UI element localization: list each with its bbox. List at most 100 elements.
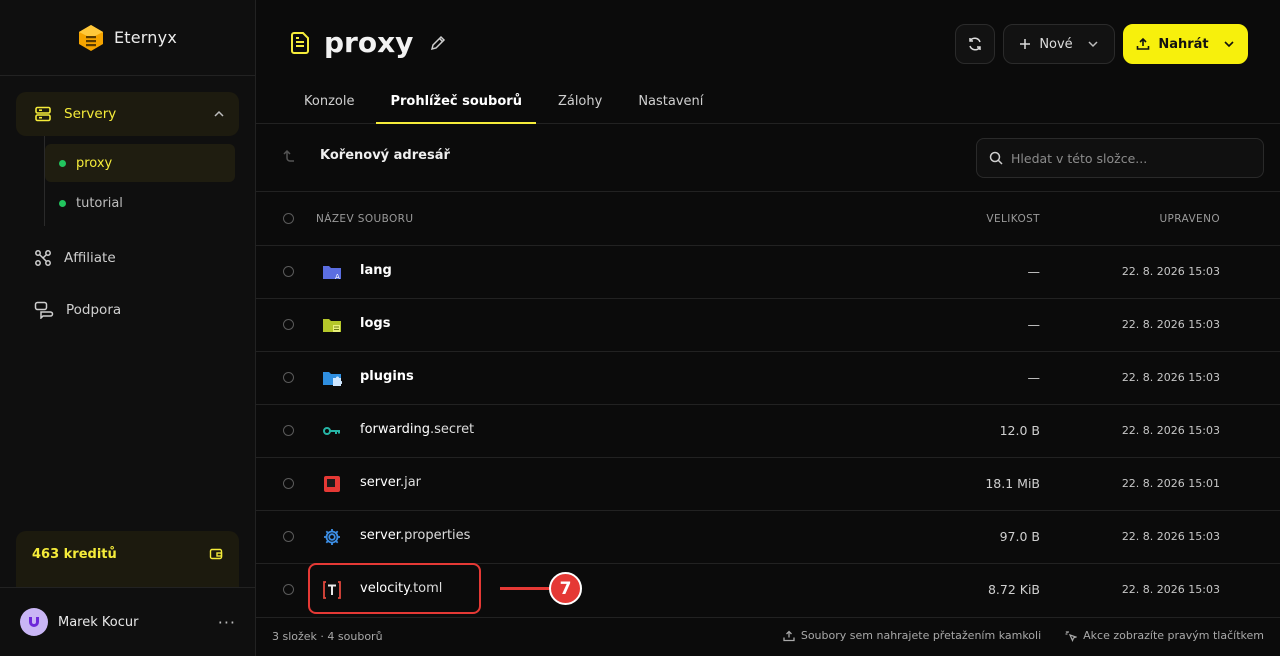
search-input[interactable] (1011, 150, 1251, 166)
search-box[interactable] (976, 138, 1264, 178)
tab-settings[interactable]: Nastavení (624, 82, 717, 124)
gear-icon (324, 529, 340, 545)
file-name: lang (360, 263, 392, 278)
sidebar-nav: Servery proxy tutorial Affiliate Podpora (0, 76, 255, 336)
table-row[interactable]: forwarding.secret 12.0 B 22. 8. 2026 15:… (256, 405, 1280, 458)
file-summary: 3 složek · 4 souborů (272, 630, 383, 643)
file-size: 18.1 MiB (985, 476, 1040, 491)
row-select-radio[interactable] (283, 266, 294, 277)
wallet-icon (209, 548, 223, 560)
file-size: 12.0 B (999, 423, 1040, 438)
upload-icon (1137, 37, 1150, 50)
file-name: server.properties (360, 528, 471, 543)
arrow-up-left-icon[interactable] (282, 149, 296, 163)
refresh-icon (969, 37, 981, 51)
sidebar-item-servers[interactable]: Servery (16, 92, 239, 136)
file-name: server.jar (360, 475, 422, 490)
svg-text:A: A (335, 273, 340, 281)
tabs: Konzole Prohlížeč souborů Zálohy Nastave… (290, 82, 717, 124)
row-select-radio[interactable] (283, 319, 294, 330)
row-select-radio[interactable] (283, 531, 294, 542)
chat-icon (34, 301, 54, 319)
file-modified: 22. 8. 2026 15:03 (1121, 424, 1220, 437)
sparkle-click-icon (1065, 630, 1078, 642)
sidebar-item-label: Affiliate (64, 250, 116, 266)
upload-button[interactable]: Nahrát (1123, 24, 1248, 64)
file-size: 8.72 KiB (987, 582, 1040, 597)
upload-button-label: Nahrát (1158, 36, 1209, 52)
annotation-step-badge: 7 (549, 572, 582, 605)
main-content: proxy Nové Nahrát Konzole Prohlížeč soub… (256, 0, 1280, 656)
column-size[interactable]: VELIKOST (986, 213, 1040, 225)
brand-name: Eternyx (113, 28, 177, 47)
row-select-radio[interactable] (283, 478, 294, 489)
file-list: A lang — 22. 8. 2026 15:03 logs — 22. 8.… (256, 246, 1280, 617)
annotation-pointer-line (500, 587, 550, 590)
page-header: proxy Nové Nahrát Konzole Prohlížeč soub… (256, 0, 1280, 124)
row-select-radio[interactable] (283, 584, 294, 595)
new-button[interactable]: Nové (1003, 24, 1115, 64)
file-size: — (1027, 370, 1041, 385)
file-size: 97.0 B (999, 529, 1040, 544)
pencil-icon[interactable] (429, 34, 447, 52)
table-row[interactable]: logs — 22. 8. 2026 15:03 (256, 299, 1280, 352)
chevron-down-icon (1088, 41, 1098, 48)
annotation-highlight-box (308, 563, 481, 614)
tab-backups[interactable]: Zálohy (544, 82, 616, 124)
file-modified: 22. 8. 2026 15:03 (1121, 530, 1220, 543)
right-click-hint: Akce zobrazíte pravým tlačítkem (1065, 629, 1264, 642)
column-name[interactable]: NÁZEV SOUBORU (316, 213, 413, 225)
sidebar-item-support[interactable]: Podpora (16, 284, 239, 336)
key-icon (323, 427, 340, 435)
credits-card[interactable]: 463 kreditů (16, 531, 239, 587)
tab-console[interactable]: Konzole (290, 82, 368, 124)
server-icon (35, 106, 51, 122)
avatar-icon (29, 617, 39, 627)
file-modified: 22. 8. 2026 15:03 (1121, 583, 1220, 596)
document-icon (291, 31, 309, 54)
tab-file-browser[interactable]: Prohlížeč souborů (376, 82, 537, 124)
file-modified: 22. 8. 2026 15:03 (1121, 318, 1220, 331)
current-path: Kořenový adresář (320, 148, 450, 163)
row-select-radio[interactable] (283, 425, 294, 436)
server-item-tutorial[interactable]: tutorial (45, 184, 239, 222)
table-row[interactable]: server.properties 97.0 B 22. 8. 2026 15:… (256, 511, 1280, 564)
folder-logs-icon (323, 319, 341, 332)
column-modified[interactable]: UPRAVENO (1159, 213, 1220, 225)
more-options-icon[interactable]: ··· (218, 613, 236, 632)
footer-hints: Soubory sem nahrajete přetažením kamkoli… (783, 629, 1264, 642)
affiliate-icon (35, 250, 51, 266)
online-status-dot (59, 159, 66, 167)
file-size: — (1027, 317, 1041, 332)
chevron-up-icon[interactable] (213, 108, 225, 120)
file-name: forwarding.secret (360, 422, 475, 437)
brand[interactable]: Eternyx (0, 0, 255, 76)
avatar (20, 608, 48, 636)
row-select-radio[interactable] (283, 372, 294, 383)
file-name: logs (360, 316, 391, 331)
table-row[interactable]: A lang — 22. 8. 2026 15:03 (256, 246, 1280, 299)
user-name: Marek Kocur (58, 614, 139, 630)
file-modified: 22. 8. 2026 15:03 (1121, 371, 1220, 384)
file-modified: 22. 8. 2026 15:03 (1121, 265, 1220, 278)
plus-icon (1020, 39, 1031, 49)
select-all-radio[interactable] (283, 213, 294, 224)
file-modified: 22. 8. 2026 15:01 (1121, 477, 1220, 490)
jar-icon (324, 476, 340, 492)
file-size: — (1027, 264, 1041, 279)
folder-translate-icon: A (323, 266, 341, 281)
credits-amount: 463 kreditů (32, 547, 117, 562)
server-item-proxy[interactable]: proxy (45, 144, 235, 182)
table-row[interactable]: plugins — 22. 8. 2026 15:03 (256, 352, 1280, 405)
refresh-button[interactable] (955, 24, 995, 64)
table-row[interactable]: server.jar 18.1 MiB 22. 8. 2026 15:01 (256, 458, 1280, 511)
logo-icon (78, 24, 103, 51)
sidebar-item-affiliate[interactable]: Affiliate (16, 232, 239, 284)
upload-icon (783, 630, 795, 641)
chevron-down-icon (1224, 41, 1234, 48)
file-name: plugins (360, 369, 414, 384)
server-list: proxy tutorial (44, 136, 239, 226)
sidebar-item-label: Servery (64, 106, 117, 122)
folder-puzzle-icon (323, 372, 342, 386)
user-menu[interactable]: Marek Kocur ··· (0, 587, 256, 656)
